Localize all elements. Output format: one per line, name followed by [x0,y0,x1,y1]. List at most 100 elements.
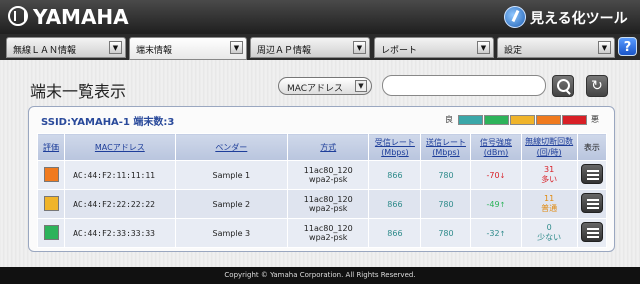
legend-swatch [536,115,561,125]
vendor-cell: Sample 1 [174,160,289,190]
disconnects-cell: 31 多い [520,160,578,190]
vendor-cell: Sample 2 [174,189,289,219]
disconnects-cell: 11 普通 [520,189,578,219]
eval-cell [36,218,66,248]
tab-bar: 無線ＬＡＮ情報 ▼ 端末情報 ▼ 周辺ＡＰ情報 ▼ レポート ▼ 設定 ▼ [0,34,640,60]
search-type-value: MACアドレス [287,84,344,94]
col-signal[interactable]: 信号強度 (dBm) [470,133,522,161]
eval-indicator [43,224,59,240]
display-cell [576,218,608,248]
refresh-button[interactable]: ↻ [586,75,608,97]
vendor-cell: Sample 3 [174,218,289,248]
legend-bad-label: 悪 [591,115,599,124]
tab-label: 無線ＬＡＮ情報 [13,46,77,56]
yamaha-logo-icon [8,6,28,26]
chevron-down-icon[interactable]: ▼ [353,41,366,54]
table-row: AC:44:F2:11:11:11 Sample 1 11ac80_120 wpa… [36,160,608,190]
search-type-select[interactable]: MACアドレス ▼ [278,77,372,95]
legend-swatch [484,115,509,125]
method-standard: 11ac80_120 [303,166,353,175]
app-header: YAMAHA 見える化ツール [0,0,640,34]
signal-cell: -70↓ [470,160,522,190]
method-security: wpa2-psk [309,233,348,242]
search-input[interactable] [382,75,546,96]
rx-rate-cell: 866 [368,189,422,219]
table-row: AC:44:F2:22:22:22 Sample 2 11ac80_120 wpa… [36,189,608,219]
legend-swatch [562,115,587,125]
disconnects-label: 少ない [537,233,562,242]
method-security: wpa2-psk [309,175,348,184]
signal-value: -70 [486,170,500,180]
method-cell: 11ac80_120 wpa2-psk [287,160,370,190]
chevron-down-icon: ▼ [355,80,367,92]
tab-report[interactable]: レポート ▼ [374,37,494,58]
col-display: 表示 [576,133,608,161]
tx-rate-cell: 780 [420,189,472,219]
chevron-down-icon[interactable]: ▼ [477,41,490,54]
help-button[interactable]: ? [618,37,637,56]
brand-name: YAMAHA [33,5,129,29]
copyright-footer: Copyright © Yamaha Corporation. All Righ… [0,267,640,284]
method-standard: 11ac80_120 [303,195,353,204]
tab-nearby-ap[interactable]: 周辺ＡＰ情報 ▼ [250,37,370,58]
main-content: 端末一覧表示 MACアドレス ▼ ↻ SSID:YAMAHA-1 端末数:3 良… [0,60,640,267]
tx-rate-cell: 780 [420,160,472,190]
signal-value: -49 [486,199,500,209]
signal-cell: -32↑ [470,218,522,248]
eval-cell [36,160,66,190]
tx-rate-cell: 780 [420,218,472,248]
app-name: 見える化ツール [530,11,628,27]
disconnects-label: 多い [541,175,558,184]
col-rx-rate[interactable]: 受信レート (Mbps) [368,133,422,161]
legend-swatch [458,115,483,125]
eval-indicator [43,195,59,211]
disconnects-value: 11 [544,194,555,203]
col-mac[interactable]: MACアドレス [64,133,176,161]
table-row: AC:44:F2:33:33:33 Sample 3 11ac80_120 wpa… [36,218,608,248]
mac-cell: AC:44:F2:11:11:11 [64,160,176,190]
terminal-table: 評価 MACアドレス ベンダー 方式 受信レート (Mbps) 送信レート (M… [36,133,608,248]
refresh-icon: ↻ [591,78,603,94]
chevron-down-icon[interactable]: ▼ [109,41,122,54]
terminal-list-panel: SSID:YAMAHA-1 端末数:3 良 悪 評価 MACアドレス ベンダー … [28,106,615,252]
disconnects-cell: 0 少ない [520,218,578,248]
tab-label: レポート [381,46,418,56]
list-icon[interactable] [580,222,603,242]
col-eval[interactable]: 評価 [36,133,66,161]
tab-settings[interactable]: 設定 ▼ [497,37,615,58]
method-cell: 11ac80_120 wpa2-psk [287,189,370,219]
list-icon[interactable] [580,193,603,213]
col-tx-rate[interactable]: 送信レート (Mbps) [420,133,472,161]
chevron-down-icon[interactable]: ▼ [230,41,243,54]
method-standard: 11ac80_120 [303,224,353,233]
display-cell [576,189,608,219]
eval-cell [36,189,66,219]
legend-swatch [510,115,535,125]
disconnects-value: 0 [546,223,552,232]
signal-value: -32 [486,228,500,238]
mac-cell: AC:44:F2:33:33:33 [64,218,176,248]
signal-down-icon: ↓ [499,171,506,180]
col-vendor[interactable]: ベンダー [174,133,289,161]
chevron-down-icon[interactable]: ▼ [598,41,611,54]
rx-rate-cell: 866 [368,218,422,248]
col-method[interactable]: 方式 [287,133,370,161]
list-icon[interactable] [580,164,603,184]
search-button[interactable] [552,75,574,97]
disconnects-label: 普通 [541,204,558,213]
signal-up-icon: ↑ [499,200,506,209]
tab-label: 端末情報 [136,46,173,56]
visualization-tool-icon [504,6,526,28]
display-cell [576,160,608,190]
tab-wireless-lan[interactable]: 無線ＬＡＮ情報 ▼ [6,37,126,58]
method-security: wpa2-psk [309,204,348,213]
disconnects-value: 31 [544,165,555,174]
col-disconnects[interactable]: 無線切断回数 (回/時) [520,133,578,161]
tab-label: 設定 [504,46,523,56]
method-cell: 11ac80_120 wpa2-psk [287,218,370,248]
signal-cell: -49↑ [470,189,522,219]
tab-label: 周辺ＡＰ情報 [257,46,312,56]
tab-terminal-info[interactable]: 端末情報 ▼ [129,37,247,60]
rx-rate-cell: 866 [368,160,422,190]
signal-up-icon: ↑ [499,229,506,238]
